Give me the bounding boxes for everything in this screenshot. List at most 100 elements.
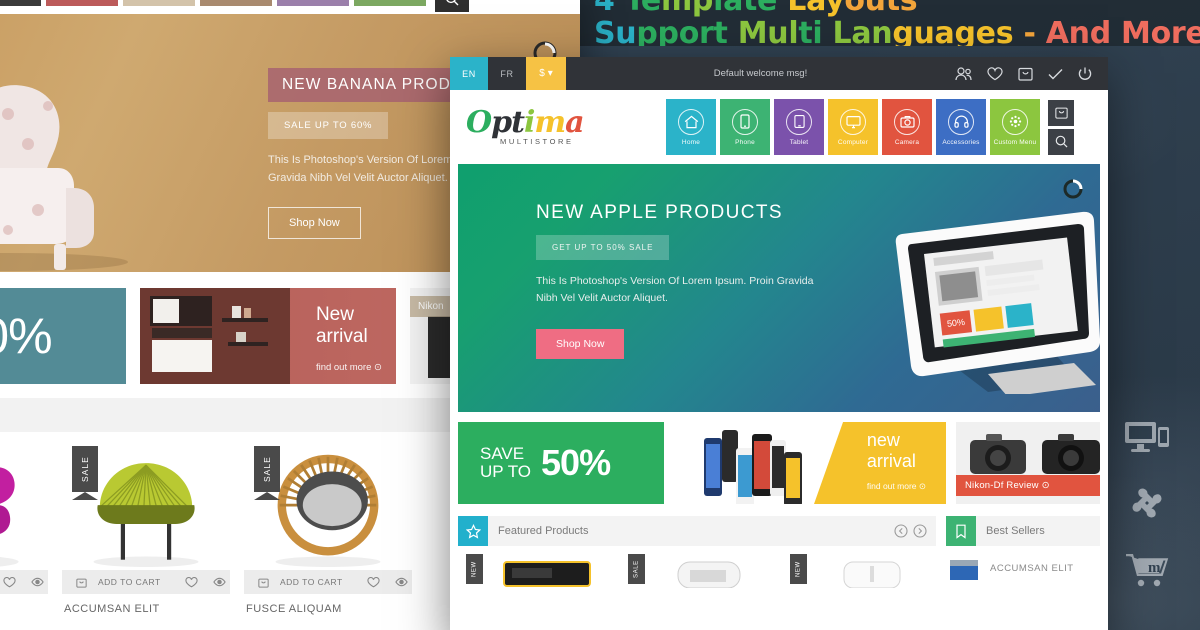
category-tile-phone[interactable]: Phone — [720, 99, 770, 155]
back-window-nav[interactable]: HomeChairBedTableInteriorCabinetFeatures — [0, 0, 580, 14]
category-tile-label: Accessories — [942, 138, 980, 146]
search-icon[interactable] — [1048, 128, 1074, 155]
quick-view-eye-icon[interactable] — [26, 577, 48, 587]
best-sellers-row[interactable]: ACCUMSAN ELIT — [946, 554, 1100, 584]
carousel-arrows — [894, 524, 936, 538]
back-nav-item-table[interactable]: Table — [123, 0, 195, 6]
product-image — [822, 558, 928, 589]
featured-products-title: Featured Products — [498, 525, 589, 537]
chevron-down-icon: ▾ — [547, 68, 553, 79]
quick-view-eye-icon[interactable] — [390, 577, 412, 587]
front-promo-new-text: new arrival find out more ⊙ — [867, 430, 926, 492]
front-hero-banner[interactable]: NEW APPLE PRODUCTS GET UP TO 50% SALE Th… — [458, 164, 1100, 412]
product-badge: SALE — [254, 446, 280, 492]
back-hero-shop-now-button[interactable]: Shop Now — [268, 207, 361, 239]
cart-icon[interactable] — [252, 577, 274, 588]
shopping-bag-icon[interactable] — [1018, 66, 1033, 81]
headline-2-run-6: - — [1013, 16, 1046, 46]
front-window-optima-store[interactable]: EN FR $ ▾ Default welcome msg! Optima MU… — [450, 57, 1108, 630]
back-nav-item-interior[interactable]: Interior — [200, 0, 272, 6]
add-to-cart-label[interactable]: ADD TO CART — [98, 577, 161, 587]
category-tile-nav[interactable]: Home Phone Tablet Computer Camera Accessories… — [666, 99, 1040, 155]
save-line-1: SAVE — [480, 444, 525, 463]
product-name[interactable]: FUSCE ALIQUAM — [244, 594, 412, 615]
virtuemart-cart-icon: m — [1125, 552, 1169, 588]
category-tile-label: Custom Menu — [993, 138, 1037, 146]
new-line-2: arrival — [866, 451, 916, 471]
category-tile-home[interactable]: Home — [666, 99, 716, 155]
currency-selector[interactable]: $ ▾ — [526, 57, 566, 90]
camera-icon — [894, 108, 920, 135]
product-card[interactable]: SALE ADD TO CART ACCUMSAN ELIT — [62, 446, 230, 615]
featured-product-card[interactable]: NEW — [458, 554, 612, 588]
front-promo-nikon[interactable]: Nikon-Df Review ⊙ — [956, 422, 1100, 504]
back-promo-find-out-more[interactable]: find out more ⊙ — [316, 362, 382, 373]
interior-shelf-image — [140, 288, 290, 384]
back-promo-new-arrival[interactable]: New arrival find out more ⊙ — [140, 288, 396, 384]
svg-text:50%: 50% — [946, 317, 965, 329]
save-line-2: UP TO — [480, 462, 532, 481]
promo-headline: 4 Template Layouts Support Multi Languag… — [580, 0, 1200, 46]
product-card[interactable]: NEWADD TO CARTNEC AC TEMPUS — [0, 446, 48, 615]
wishlist-heart-icon[interactable] — [0, 576, 20, 588]
bookmark-icon — [946, 516, 976, 546]
category-tile-accessories[interactable]: Accessories — [936, 99, 986, 155]
checkmark-icon[interactable] — [1048, 68, 1063, 80]
featured-product-card[interactable]: NEW — [782, 554, 936, 589]
search-icon[interactable] — [435, 0, 469, 12]
logo-letter-run-5: a — [565, 105, 584, 140]
power-icon[interactable] — [1078, 66, 1092, 81]
featured-product-card[interactable]: SALE — [620, 554, 774, 589]
product-name[interactable]: NEC AC TEMPUS — [0, 594, 48, 615]
front-header: Optima MULTISTORE Home Phone Tablet Compute… — [450, 90, 1108, 164]
headline-2-run-2: Mul — [737, 16, 799, 46]
home-icon — [678, 108, 704, 135]
category-tile-label: Computer — [837, 138, 869, 146]
account-icon[interactable] — [955, 66, 972, 81]
logo-letter-run-0: O — [466, 105, 492, 140]
back-promo-text: New arrival find out more ⊙ — [316, 304, 382, 373]
category-tile-custom-menu[interactable]: Custom Menu — [990, 99, 1040, 155]
product-name[interactable]: ACCUMSAN ELIT — [62, 594, 230, 615]
front-promo-find-out-more[interactable]: find out more ⊙ — [867, 481, 926, 492]
feature-icon-rail: m — [1112, 420, 1182, 588]
back-promo-discount[interactable]: 50% — [0, 288, 126, 384]
monitor-icon — [840, 108, 866, 135]
gear-dots-icon — [1002, 108, 1028, 135]
product-action-bar: ADD TO CART — [244, 570, 412, 594]
back-nav-item-features[interactable]: Features — [354, 0, 426, 6]
chevron-left-icon[interactable] — [894, 524, 908, 538]
back-nav-item-chair[interactable]: Chair — [0, 0, 41, 6]
wishlist-heart-icon[interactable] — [987, 66, 1003, 81]
back-nav-item-cabinet[interactable]: Cabinet — [277, 0, 349, 6]
phone-icon — [732, 108, 758, 135]
cart-icon[interactable] — [70, 577, 92, 588]
quick-view-eye-icon[interactable] — [208, 577, 230, 587]
back-nav-item-bed[interactable]: Bed — [46, 0, 118, 6]
language-selector-en[interactable]: EN — [450, 57, 488, 90]
front-hero-shop-now-button[interactable]: Shop Now — [536, 329, 625, 359]
wishlist-heart-icon[interactable] — [180, 576, 202, 588]
product-image — [0, 446, 48, 570]
welcome-message: Default welcome msg! — [713, 68, 808, 79]
cart-icon[interactable] — [1048, 99, 1074, 126]
category-tile-camera[interactable]: Camera — [882, 99, 932, 155]
headline-2-run-3: ti — [798, 16, 833, 46]
front-promo-save[interactable]: SAVE UP TO 50% — [458, 422, 664, 504]
chevron-right-icon[interactable] — [913, 524, 927, 538]
optima-logo[interactable]: Optima MULTISTORE — [450, 105, 600, 147]
front-promo-nikon-label: Nikon-Df Review ⊙ — [956, 475, 1100, 496]
product-card[interactable]: SALE ADD TO CART FUSCE ALIQUAM — [244, 446, 412, 615]
add-to-cart-label[interactable]: ADD TO CART — [280, 577, 343, 587]
product-action-bar: ADD TO CART — [62, 570, 230, 594]
svg-text:m: m — [1148, 560, 1161, 576]
category-tile-tablet[interactable]: Tablet — [774, 99, 824, 155]
language-selector-fr[interactable]: FR — [488, 57, 526, 90]
category-tile-computer[interactable]: Computer — [828, 99, 878, 155]
front-hero-badge: GET UP TO 50% SALE — [536, 235, 670, 260]
wishlist-heart-icon[interactable] — [362, 576, 384, 588]
save-percent: 50% — [541, 442, 611, 483]
back-hero-badge: SALE UP TO 60% — [268, 112, 389, 139]
front-promo-new-arrival[interactable]: new arrival find out more ⊙ — [674, 422, 946, 504]
front-hero-body: This Is Photoshop's Version Of Lorem Ips… — [536, 275, 814, 304]
